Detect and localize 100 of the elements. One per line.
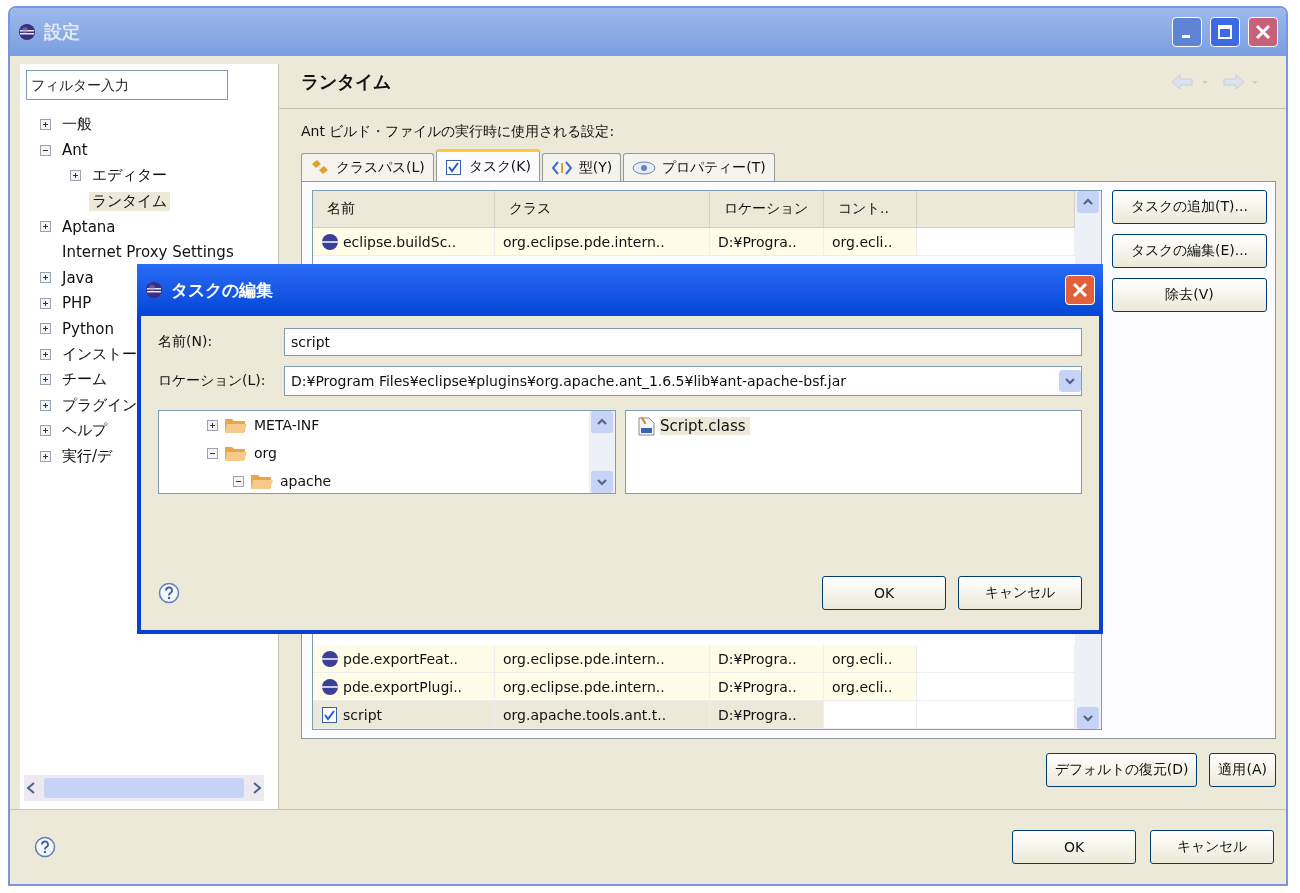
cell-text: D:¥Progra..	[718, 650, 797, 667]
dialog-button[interactable]: キャンセル	[1150, 830, 1274, 864]
maximize-icon[interactable]	[1218, 25, 1232, 39]
dropdown-icon[interactable]	[1064, 375, 1076, 387]
task-icon	[321, 232, 339, 251]
tree-item[interactable]: エディター	[89, 166, 170, 186]
tree-item[interactable]: 実行/デ	[59, 446, 116, 466]
tree-item[interactable]: インストー	[59, 344, 140, 364]
close-button[interactable]	[1065, 275, 1095, 305]
location-combo[interactable]: D:¥Program Files¥eclipse¥plugins¥org.apache.ant_1.6.5¥lib¥ant-apache-bsf.jar	[284, 366, 1082, 396]
eclipse-icon	[145, 281, 163, 299]
close-button[interactable]	[1248, 17, 1278, 47]
field-label: ロケーション(L):	[158, 372, 267, 390]
cell-text: D:¥Progra..	[718, 233, 797, 250]
class-item[interactable]: Script.class	[660, 417, 750, 435]
tree-item[interactable]: Ant	[59, 141, 91, 160]
eclipse-icon	[18, 23, 36, 41]
column-header[interactable]: ロケーション	[710, 191, 824, 227]
column-header[interactable]: クラス	[495, 191, 710, 227]
expand-icon[interactable]	[40, 119, 51, 131]
task-icon	[321, 677, 339, 696]
expand-icon[interactable]	[207, 419, 218, 431]
tree-item[interactable]: PHP	[59, 294, 95, 313]
expand-icon[interactable]	[40, 348, 51, 360]
vertical-scrollbar[interactable]	[589, 411, 615, 493]
checkbox-icon	[444, 157, 463, 176]
close-icon[interactable]	[1072, 282, 1088, 298]
cell-text: org.eclipse.pde.intern..	[503, 678, 665, 695]
expand-icon[interactable]	[40, 374, 51, 386]
expand-icon[interactable]	[40, 221, 51, 233]
close-icon[interactable]	[1255, 24, 1271, 40]
expand-icon[interactable]	[40, 450, 51, 462]
tree-item[interactable]: ヘルプ	[59, 421, 110, 441]
side-button[interactable]: タスクの編集(E)...	[1112, 234, 1267, 268]
horizontal-scrollbar[interactable]	[24, 775, 264, 801]
tree-item[interactable]: ランタイム	[89, 191, 170, 211]
package-item[interactable]: org	[254, 445, 277, 461]
tree-item[interactable]: Internet Proxy Settings	[59, 243, 237, 262]
field-label: 名前(N):	[158, 333, 214, 351]
name-field[interactable]: script	[284, 328, 1082, 356]
tree-item[interactable]: Java	[59, 268, 97, 287]
expand-icon[interactable]	[70, 170, 81, 182]
tab[interactable]: タスク(K)	[435, 149, 540, 181]
cell-text: pde.exportPlugi..	[343, 678, 463, 695]
package-item[interactable]: apache	[280, 473, 332, 489]
cell-text: org.eclipse.pde.intern..	[503, 650, 665, 667]
tree-item[interactable]: Aptana	[59, 217, 119, 236]
cell-text: D:¥Progra..	[718, 706, 797, 723]
eye-icon	[632, 159, 657, 176]
help-icon[interactable]	[158, 582, 180, 604]
expand-icon[interactable]	[40, 425, 51, 437]
expand-icon[interactable]	[40, 323, 51, 335]
cell-text: org.ecli..	[832, 233, 893, 250]
cell-text: org.eclipse.pde.intern..	[503, 233, 665, 250]
package-item[interactable]: META-INF	[254, 417, 320, 433]
tab[interactable]: 型(Y)	[541, 153, 622, 181]
tree-item[interactable]: Python	[59, 319, 117, 338]
expand-icon[interactable]	[40, 297, 51, 309]
column-header[interactable]: 名前	[313, 191, 495, 227]
tree-item[interactable]: チーム	[59, 370, 110, 390]
maximize-button[interactable]	[1210, 17, 1240, 47]
page-title: ランタイム	[301, 70, 392, 94]
cell-text: org.apache.tools.ant.t..	[503, 706, 667, 723]
cell-text: org.ecli..	[832, 650, 893, 667]
collapse-icon[interactable]	[233, 475, 244, 487]
cell-text: script	[343, 706, 382, 723]
cell-text: org.ecli..	[832, 678, 893, 695]
cell-text: pde.exportFeat..	[343, 650, 459, 667]
help-icon[interactable]	[34, 836, 56, 858]
cell-text: D:¥Progra..	[718, 678, 797, 695]
folder-icon	[224, 416, 248, 434]
scroll-down-icon[interactable]	[1082, 712, 1094, 724]
folder-icon	[224, 444, 248, 462]
task-icon	[321, 649, 339, 668]
column-header[interactable]: コント..	[824, 191, 917, 227]
tab[interactable]: クラスパス(L)	[301, 153, 434, 181]
expand-icon[interactable]	[40, 399, 51, 411]
class-file-icon	[636, 415, 658, 437]
tree-item[interactable]: 一般	[59, 115, 95, 135]
window-title: 設定	[44, 20, 81, 44]
dialog-button[interactable]: OK	[822, 576, 946, 610]
scroll-down-icon[interactable]	[596, 476, 608, 488]
tree-item[interactable]: プラグイン	[59, 395, 140, 415]
page-button[interactable]: 適用(A)	[1209, 753, 1276, 787]
collapse-icon[interactable]	[40, 144, 51, 156]
side-button[interactable]: 除去(V)	[1112, 278, 1267, 312]
tab[interactable]: プロパティー(T)	[623, 153, 775, 181]
collapse-icon[interactable]	[207, 447, 218, 459]
dialog-title: タスクの編集	[171, 278, 274, 302]
expand-icon[interactable]	[40, 272, 51, 284]
dialog-button[interactable]: OK	[1012, 830, 1136, 864]
cell-text: eclipse.buildSc..	[343, 233, 457, 250]
page-button[interactable]: デフォルトの復元(D)	[1045, 753, 1198, 787]
filter-field[interactable]: フィルター入力	[26, 70, 228, 100]
minimize-button[interactable]	[1172, 17, 1202, 47]
description: Ant ビルド・ファイルの実行時に使用される設定:	[301, 123, 616, 141]
dialog-button[interactable]: キャンセル	[958, 576, 1082, 610]
checkbox-icon	[321, 705, 339, 724]
folder-icon	[250, 472, 274, 490]
side-button[interactable]: タスクの追加(T)...	[1112, 190, 1267, 224]
